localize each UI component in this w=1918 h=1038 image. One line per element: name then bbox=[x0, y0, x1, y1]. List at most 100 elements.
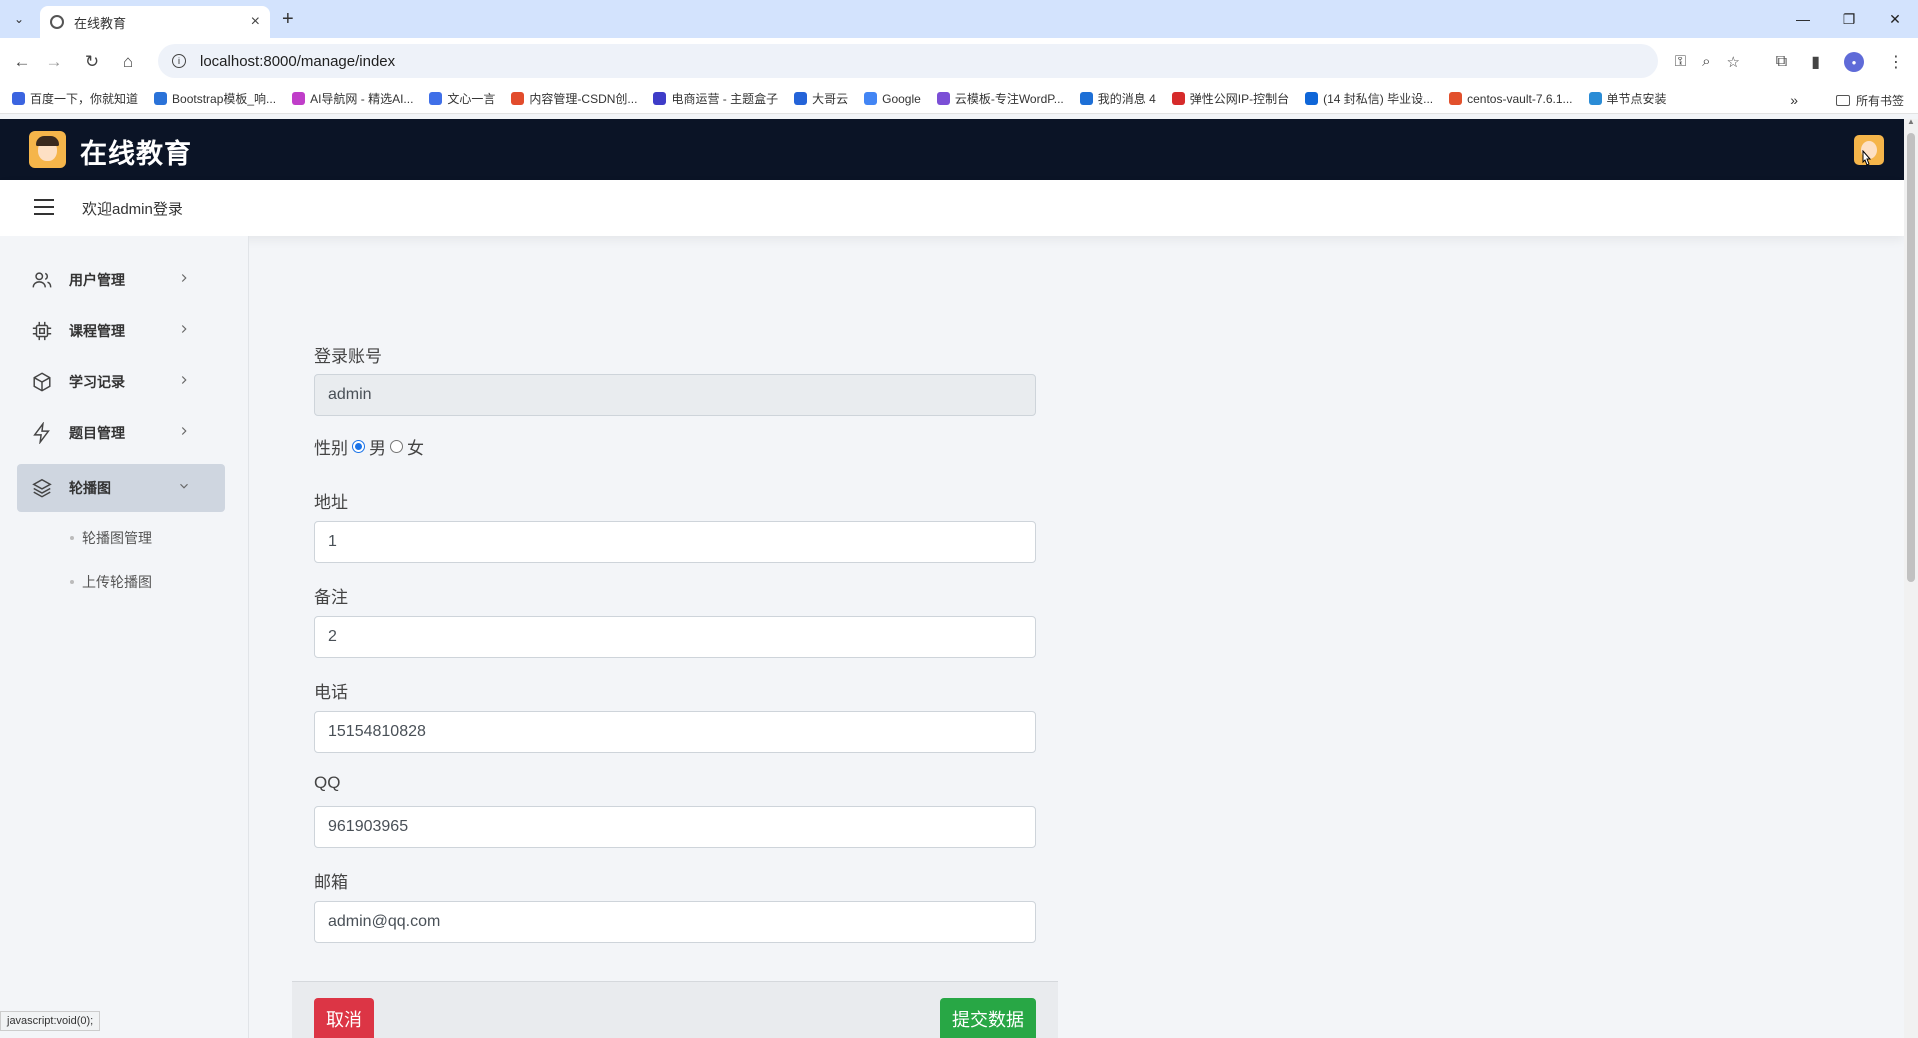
omnibox-actions: ⚿ ⌕ ☆ bbox=[1675, 53, 1740, 71]
bookmark-item[interactable]: (14 封私信) 毕业设... bbox=[1305, 90, 1433, 107]
bookmarks-bar: 百度一下，你就知道 Bootstrap模板_响... AI导航网 - 精选AI...… bbox=[0, 84, 1918, 114]
hamburger-menu-icon[interactable] bbox=[34, 199, 54, 215]
all-bookmarks-folder[interactable]: 所有书签 bbox=[1835, 92, 1904, 109]
sidebar-item-records[interactable]: 学习记录 bbox=[17, 358, 225, 406]
chevron-right-icon bbox=[181, 376, 187, 384]
status-url-tooltip: javascript:void(0); bbox=[0, 1011, 101, 1031]
folder-label: 所有书签 bbox=[1855, 94, 1904, 108]
tab-list-chevron-icon[interactable]: ⌄ bbox=[8, 8, 30, 30]
bookmark-item[interactable]: 大哥云 bbox=[794, 90, 848, 107]
side-panel-icon[interactable]: ▮ bbox=[1811, 52, 1820, 72]
bookmark-label: centos-vault-7.6.1... bbox=[1467, 91, 1573, 106]
mouse-cursor-icon bbox=[1862, 150, 1872, 166]
scroll-up-arrow-icon[interactable]: ▲ bbox=[1907, 117, 1915, 126]
chevron-right-icon bbox=[181, 325, 187, 333]
logo-avatar-icon bbox=[29, 131, 66, 168]
bookmark-label: 云模板-专注WordP... bbox=[954, 92, 1064, 106]
bookmark-item[interactable]: 云模板-专注WordP... bbox=[936, 90, 1064, 107]
bookmark-label: 我的消息 4 bbox=[1097, 92, 1156, 106]
address-input[interactable] bbox=[314, 521, 1036, 563]
profile-avatar-icon[interactable]: ● bbox=[1844, 52, 1864, 72]
extensions-puzzle-icon[interactable]: ⧉ bbox=[1776, 53, 1787, 71]
reload-icon[interactable]: ↻ bbox=[80, 50, 104, 74]
sidebar-item-courses[interactable]: 课程管理 bbox=[17, 307, 225, 355]
bookmark-item[interactable]: 百度一下，你就知道 bbox=[12, 90, 138, 107]
bookmark-label: 文心一言 bbox=[447, 92, 496, 106]
page-scrollbar[interactable]: ▲ bbox=[1904, 117, 1918, 1038]
home-icon[interactable]: ⌂ bbox=[116, 50, 140, 74]
form-footer: 取消 提交数据 bbox=[292, 981, 1058, 1038]
window-controls: — ❐ ✕ bbox=[1780, 0, 1918, 38]
bookmark-item[interactable]: 电商运营 - 主题盒子 bbox=[653, 90, 778, 107]
sidebar-item-users[interactable]: 用户管理 bbox=[17, 256, 225, 304]
submit-button[interactable]: 提交数据 bbox=[940, 998, 1036, 1038]
bookmark-item[interactable]: 弹性公网IP-控制台 bbox=[1171, 90, 1290, 107]
chevron-right-icon bbox=[181, 274, 187, 282]
bookmark-item[interactable]: 我的消息 4 bbox=[1079, 90, 1156, 107]
window-close-icon[interactable]: ✕ bbox=[1872, 0, 1918, 38]
remark-input[interactable] bbox=[314, 616, 1036, 658]
users-icon bbox=[32, 272, 52, 288]
bookmark-favicon-icon bbox=[1171, 92, 1185, 105]
bookmark-item[interactable]: 内容管理-CSDN创... bbox=[511, 90, 637, 107]
site-info-icon[interactable]: i bbox=[172, 54, 186, 68]
bookmark-favicon-icon bbox=[653, 92, 667, 105]
welcome-text: 欢迎admin登录 bbox=[82, 201, 183, 218]
star-icon[interactable]: ☆ bbox=[1727, 53, 1740, 71]
bookmark-item[interactable]: AI导航网 - 精选AI... bbox=[292, 90, 413, 107]
bookmark-favicon-icon bbox=[429, 92, 443, 105]
bookmark-favicon-icon bbox=[12, 92, 25, 105]
bookmark-favicon-icon bbox=[936, 92, 950, 105]
gender-male-radio[interactable] bbox=[352, 440, 365, 453]
bookmark-label: 单节点安装 bbox=[1606, 92, 1667, 106]
bookmark-label: Google bbox=[882, 91, 921, 106]
chevron-down-icon bbox=[180, 483, 188, 489]
gender-label: 性别 bbox=[314, 439, 348, 458]
minimize-icon[interactable]: — bbox=[1780, 0, 1826, 38]
account-input[interactable] bbox=[314, 374, 1036, 416]
sidebar-item-label: 轮播图 bbox=[69, 480, 111, 496]
key-icon[interactable]: ⚿ bbox=[1675, 53, 1686, 71]
sidebar-item-carousel[interactable]: 轮播图 bbox=[17, 464, 225, 512]
bookmark-item[interactable]: 单节点安装 bbox=[1588, 90, 1667, 107]
browser-tab[interactable]: 在线教育 × bbox=[40, 6, 270, 38]
phone-input[interactable] bbox=[314, 711, 1036, 753]
cube-icon bbox=[33, 372, 51, 392]
email-label: 邮箱 bbox=[314, 873, 348, 892]
close-icon[interactable]: × bbox=[251, 13, 260, 31]
bookmark-label: 电商运营 - 主题盒子 bbox=[671, 92, 779, 106]
phone-label: 电话 bbox=[314, 683, 348, 702]
qq-input[interactable] bbox=[314, 806, 1036, 848]
bookmark-item[interactable]: Bootstrap模板_响... bbox=[154, 90, 276, 107]
bookmark-item[interactable]: 文心一言 bbox=[429, 90, 495, 107]
new-tab-plus-icon[interactable]: + bbox=[282, 8, 294, 31]
bookmark-item[interactable]: Google bbox=[864, 92, 921, 106]
address-bar[interactable]: i localhost:8000/manage/index bbox=[158, 44, 1658, 78]
bookmark-favicon-icon bbox=[1305, 92, 1319, 105]
gender-female-label: 女 bbox=[407, 439, 424, 458]
bookmark-label: 内容管理-CSDN创... bbox=[529, 92, 638, 106]
bookmark-favicon-icon bbox=[292, 92, 306, 105]
sidebar-item-label: 用户管理 bbox=[69, 272, 125, 288]
zoom-icon[interactable]: ⌕ bbox=[1702, 53, 1710, 71]
email-input[interactable] bbox=[314, 901, 1036, 943]
bookmark-item[interactable]: centos-vault-7.6.1... bbox=[1449, 91, 1573, 106]
submenu-item-carousel-upload[interactable]: 上传轮播图 bbox=[70, 572, 152, 592]
bookmarks-overflow-icon[interactable]: » bbox=[1790, 92, 1798, 108]
sidebar-item-questions[interactable]: 题目管理 bbox=[17, 409, 225, 457]
gender-row: 性别 男 女 bbox=[314, 434, 424, 459]
back-arrow-icon[interactable]: ← bbox=[10, 50, 34, 74]
forward-arrow-icon[interactable]: → bbox=[42, 50, 66, 74]
bookmark-label: 弹性公网IP-控制台 bbox=[1189, 92, 1290, 106]
url-text: localhost:8000/manage/index bbox=[200, 52, 396, 70]
gender-female-radio[interactable] bbox=[390, 440, 403, 453]
app-title: 在线教育 bbox=[80, 139, 192, 169]
submenu-item-carousel-manage[interactable]: 轮播图管理 bbox=[70, 528, 152, 548]
menu-kebab-icon[interactable]: ⋮ bbox=[1888, 52, 1904, 72]
restore-icon[interactable]: ❐ bbox=[1826, 0, 1872, 38]
scroll-thumb[interactable] bbox=[1907, 133, 1915, 582]
bolt-icon bbox=[33, 422, 50, 444]
extension-area: ⧉ ▮ ● ⋮ bbox=[1776, 52, 1904, 72]
tab-title: 在线教育 bbox=[74, 15, 127, 31]
cancel-button[interactable]: 取消 bbox=[314, 998, 374, 1038]
